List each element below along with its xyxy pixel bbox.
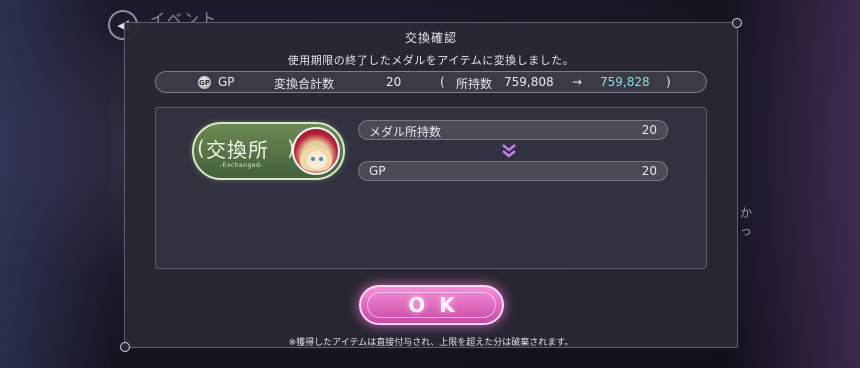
dialog-corner-ornament (732, 18, 742, 28)
medal-count-value: 20 (641, 123, 657, 137)
medal-count-row: メダル所持数 20 (358, 120, 668, 140)
background-left-art (0, 0, 110, 368)
double-chevron-down-icon (500, 142, 518, 160)
shop-character-avatar (292, 127, 340, 175)
currency-label: GP (218, 75, 235, 89)
background-side-text: か (739, 206, 752, 220)
open-paren: ( (440, 75, 445, 89)
total-value: 20 (386, 75, 402, 89)
shop-label: 交換所 (206, 138, 269, 162)
exchange-confirm-dialog: 交換確認 使用期限の終了したメダルをアイテムに変換しました。 GP GP 変換合… (120, 18, 742, 352)
gp-result-row: GP 20 (358, 161, 668, 181)
medal-count-label: メダル所持数 (369, 125, 442, 139)
close-paren: ) (666, 75, 671, 89)
ok-button[interactable]: OK (359, 285, 504, 325)
dialog-message: 使用期限の終了したメダルをアイテムに変換しました。 (287, 54, 575, 67)
owned-arrow-icon: → (572, 75, 583, 89)
background-right-art (730, 0, 860, 368)
owned-label: 所持数 (456, 77, 493, 91)
shop-bracket-left: ( (197, 136, 205, 160)
gp-result-label: GP (369, 164, 386, 178)
conversion-summary-bar: GP GP 変換合計数 20 ( 所持数 759,808 → 759,828 ) (155, 71, 707, 93)
owned-before-value: 759,808 (504, 75, 554, 89)
owned-after-value: 759,828 (600, 75, 650, 89)
conversion-detail-panel: ( 交換所 ) -Exchanged- メダル所持数 20 GP 20 (155, 107, 707, 269)
disposal-note: ※獲得したアイテムは直接付与され、上限を超えた分は破棄されます。 (288, 338, 574, 348)
background-side-text: っ (739, 224, 752, 238)
dialog-title: 交換確認 (404, 31, 457, 45)
gp-result-value: 20 (641, 164, 657, 178)
gp-coin-icon: GP (198, 76, 211, 89)
exchange-shop-badge: ( 交換所 ) -Exchanged- (192, 122, 345, 180)
total-label: 変換合計数 (274, 77, 335, 91)
shop-sub-label: -Exchanged- (220, 162, 263, 169)
